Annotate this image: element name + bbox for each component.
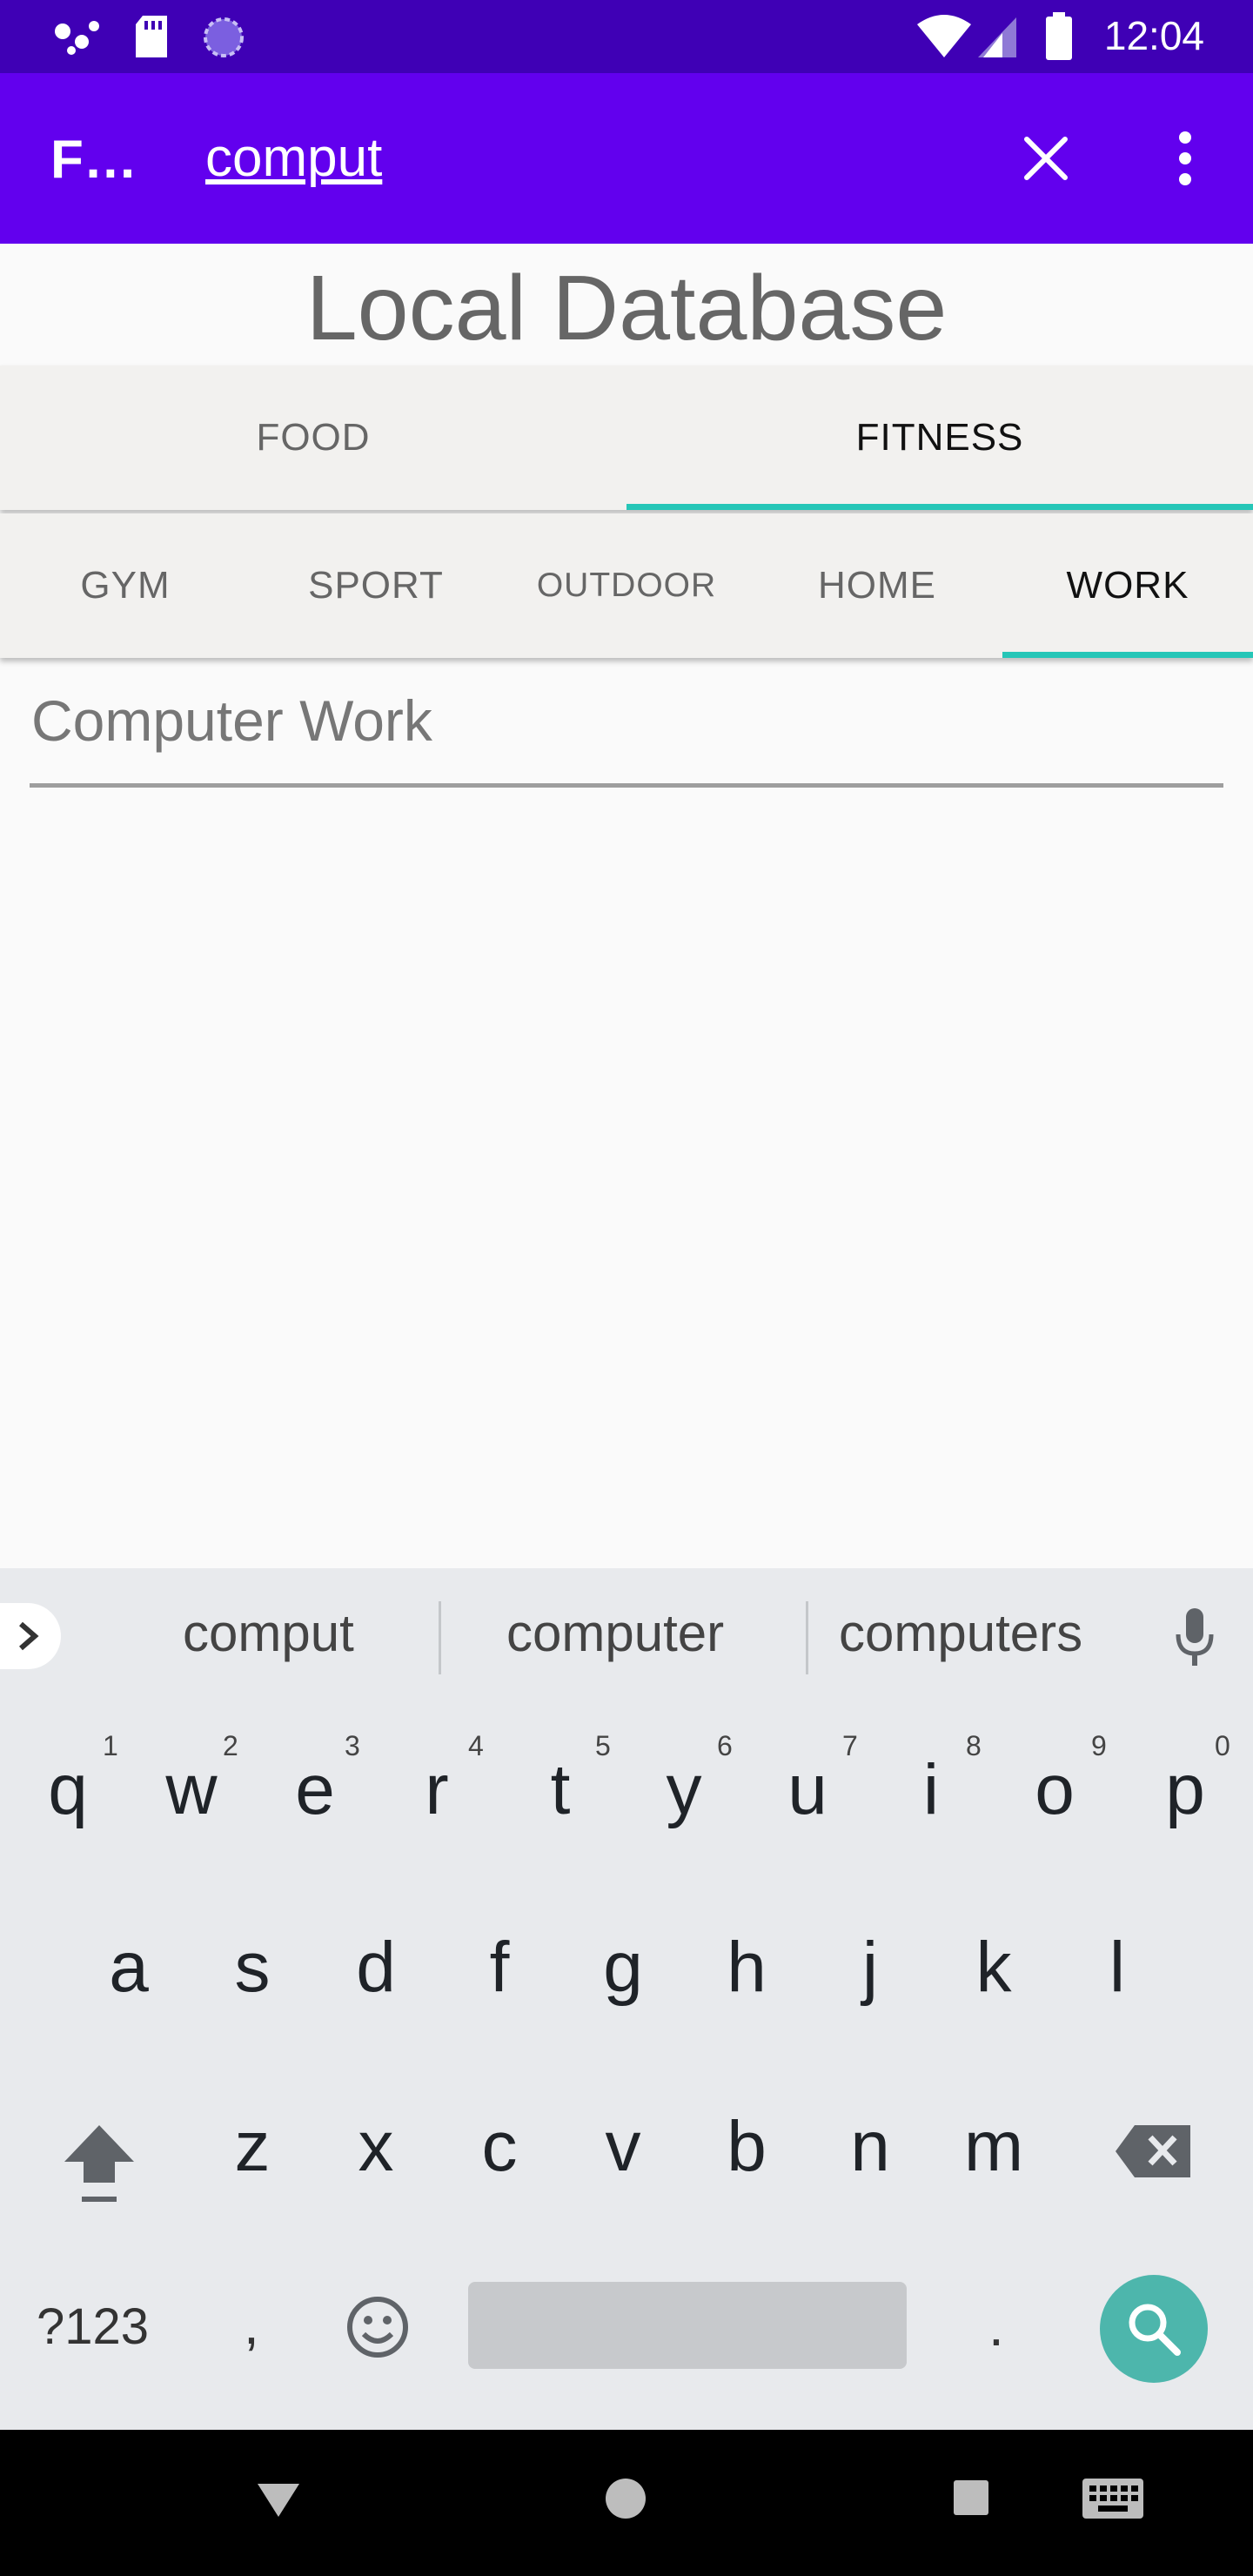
app-bar: F… comput <box>0 73 1253 244</box>
key-j[interactable]: j <box>827 1927 914 2009</box>
suggestion-1[interactable]: comput <box>183 1603 354 1663</box>
key-hint: 5 <box>595 1730 611 1761</box>
key-x[interactable]: x <box>332 2106 419 2188</box>
key-b[interactable]: b <box>703 2106 790 2188</box>
key-i[interactable]: i <box>888 1749 975 1831</box>
key-hint: 0 <box>1215 1730 1230 1761</box>
back-icon[interactable] <box>256 2480 301 2519</box>
app-title: F… <box>50 130 137 190</box>
tab-home[interactable]: HOME <box>752 513 1002 658</box>
list-item[interactable]: Computer Work <box>31 688 432 754</box>
key-hint: 6 <box>717 1730 733 1761</box>
clock: 12:04 <box>1103 13 1204 58</box>
tab-label: SPORT <box>308 564 444 607</box>
search-icon <box>1129 2304 1181 2356</box>
battery-icon <box>1046 12 1072 60</box>
comma-key[interactable]: , <box>244 2292 259 2357</box>
key-k[interactable]: k <box>950 1927 1037 2009</box>
tab-indicator <box>626 504 1253 510</box>
key-r[interactable]: r <box>393 1749 480 1831</box>
mic-icon[interactable] <box>1173 1607 1216 1667</box>
symbols-key[interactable]: ?123 <box>37 2298 149 2356</box>
key-d[interactable]: d <box>332 1927 419 2009</box>
search-input[interactable]: comput <box>205 127 382 189</box>
key-m[interactable]: m <box>950 2106 1037 2188</box>
close-icon <box>1024 137 1068 180</box>
page-title: Local Database <box>305 257 948 359</box>
emoji-key[interactable] <box>345 2294 411 2360</box>
key-h[interactable]: h <box>703 1927 790 2009</box>
key-u[interactable]: u <box>764 1749 851 1831</box>
shift-key[interactable] <box>57 2120 141 2207</box>
key-v[interactable]: v <box>580 2106 667 2188</box>
key-f[interactable]: f <box>456 1927 543 2009</box>
key-l[interactable]: l <box>1074 1927 1161 2009</box>
tab-label: WORK <box>1066 564 1189 607</box>
suggestion-2[interactable]: computer <box>506 1603 724 1663</box>
secondary-tab-bar: GYM SPORT OUTDOOR HOME WORK <box>0 513 1253 658</box>
overflow-menu-button[interactable] <box>1149 122 1222 195</box>
key-hint: 9 <box>1091 1730 1107 1761</box>
tab-work[interactable]: WORK <box>1002 513 1253 658</box>
tab-sport[interactable]: SPORT <box>251 513 501 658</box>
chevron-right-icon <box>19 1621 39 1651</box>
backspace-icon <box>1116 2125 1190 2177</box>
home-icon[interactable] <box>604 2477 647 2520</box>
tab-label: OUTDOOR <box>536 567 717 604</box>
primary-tab-bar: FOOD FITNESS <box>0 366 1253 510</box>
keyboard-switch-icon[interactable] <box>1081 2477 1145 2520</box>
sync-circle-icon <box>204 17 244 57</box>
navigation-bar <box>0 2430 1253 2576</box>
tab-food[interactable]: FOOD <box>0 366 626 510</box>
more-vert-icon <box>1179 131 1191 185</box>
tab-gym[interactable]: GYM <box>0 513 251 658</box>
key-hint: 2 <box>223 1730 238 1761</box>
tab-label: GYM <box>80 564 171 607</box>
shift-icon <box>64 2125 134 2202</box>
key-q[interactable]: q <box>24 1749 111 1831</box>
divider <box>30 783 1223 788</box>
suggestion-divider <box>806 1601 808 1674</box>
tab-label: HOME <box>818 564 936 607</box>
recents-icon[interactable] <box>952 2479 990 2517</box>
tab-fitness[interactable]: FITNESS <box>626 366 1253 510</box>
period-key[interactable]: . <box>988 2294 1004 2358</box>
wifi-icon <box>917 15 971 57</box>
key-t[interactable]: t <box>517 1749 604 1831</box>
tab-outdoor[interactable]: OUTDOOR <box>501 513 752 658</box>
key-g[interactable]: g <box>580 1927 667 2009</box>
key-hint: 3 <box>345 1730 360 1761</box>
backspace-key[interactable] <box>1114 2123 1194 2179</box>
sd-card-icon <box>136 16 167 57</box>
key-hint: 4 <box>468 1730 484 1761</box>
key-hint: 8 <box>966 1730 982 1761</box>
suggestion-3[interactable]: computers <box>839 1603 1082 1663</box>
key-z[interactable]: z <box>209 2106 296 2188</box>
tab-indicator <box>1002 652 1253 658</box>
emoji-icon <box>347 2297 408 2358</box>
cell-signal-icon <box>978 17 1016 57</box>
status-bar: 12:04 <box>0 0 1253 73</box>
key-s[interactable]: s <box>209 1927 296 2009</box>
space-key[interactable] <box>468 2282 907 2369</box>
database-header: Local Database <box>0 244 1253 366</box>
key-hint: 1 <box>103 1730 118 1761</box>
key-w[interactable]: w <box>148 1749 235 1831</box>
tab-label: FOOD <box>256 416 371 459</box>
clear-search-button[interactable] <box>1009 122 1082 195</box>
assistant-icon <box>55 21 99 55</box>
suggestion-divider <box>439 1601 441 1674</box>
key-hint: 7 <box>842 1730 858 1761</box>
key-a[interactable]: a <box>85 1927 172 2009</box>
tab-label: FITNESS <box>855 416 1024 459</box>
key-y[interactable]: y <box>640 1749 727 1831</box>
key-o[interactable]: o <box>1011 1749 1098 1831</box>
key-n[interactable]: n <box>827 2106 914 2188</box>
key-c[interactable]: c <box>456 2106 543 2188</box>
search-key[interactable] <box>1100 2275 1208 2383</box>
